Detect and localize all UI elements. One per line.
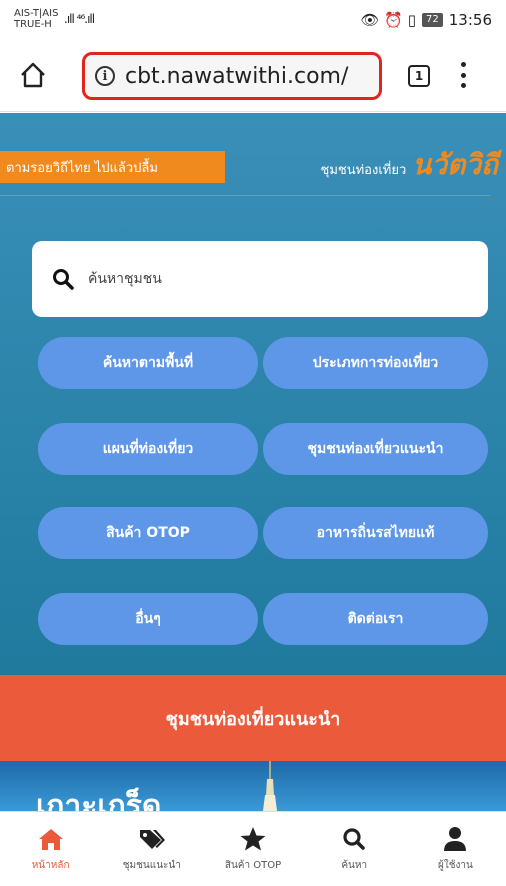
header-divider: [0, 195, 490, 196]
nav-label: สินค้า OTOP: [224, 860, 282, 871]
home-icon[interactable]: [18, 60, 48, 90]
info-icon[interactable]: i: [95, 66, 115, 86]
featured-title: เกาะเกร็ด: [36, 789, 162, 811]
home-icon: [38, 829, 63, 850]
nav-recommended[interactable]: ชุมชนแนะนำ: [101, 812, 202, 886]
tab-switcher-button[interactable]: 1: [408, 65, 430, 87]
search-icon: [53, 269, 74, 290]
battery-icon: 72: [422, 13, 443, 27]
carrier-info: AIS-T|AIS TRUE-H: [14, 8, 58, 30]
brand-logo[interactable]: ชุมชนท่องเที่ยว นวัตวิถี: [321, 143, 499, 187]
tourism-type-button[interactable]: ประเภทการท่องเที่ยว: [263, 337, 488, 389]
search-by-area-button[interactable]: ค้นหาตามพื้นที่: [38, 337, 258, 389]
tourist-map-button[interactable]: แผนที่ท่องเที่ยว: [38, 423, 258, 475]
nav-label: หน้าหลัก: [31, 860, 70, 871]
others-button[interactable]: อื่นๆ: [38, 593, 258, 645]
tags-icon: [139, 830, 165, 849]
brand-name: นวัตวิถี: [412, 148, 498, 181]
nav-user[interactable]: ผู้ใช้งาน: [405, 812, 506, 886]
nav-search[interactable]: ค้นหา: [304, 812, 405, 886]
contact-us-button[interactable]: ติดต่อเรา: [263, 593, 488, 645]
clock: 13:56: [448, 11, 492, 29]
url-bar[interactable]: i cbt.nawatwithi.com/: [82, 52, 382, 100]
recommended-community-button[interactable]: ชุมชนท่องเที่ยวแนะนำ: [263, 423, 488, 475]
status-right: 👁 ⏰ ▯ 72 13:56: [361, 11, 492, 29]
user-icon: [444, 827, 467, 851]
carrier-line-1: AIS-T|AIS: [14, 8, 59, 19]
section-heading: ชุมชนท่องเที่ยวแนะนำ: [0, 675, 506, 761]
nav-label: ชุมชนแนะนำ: [122, 860, 181, 871]
status-bar: AIS-T|AIS TRUE-H .ıll ⁴⁶.ıll 👁 ⏰ ▯ 72 13…: [0, 0, 506, 40]
nav-otop[interactable]: สินค้า OTOP: [202, 812, 303, 886]
browser-toolbar: i cbt.nawatwithi.com/ 1: [0, 40, 506, 112]
brand-subtitle: ชุมชนท่องเที่ยว: [320, 163, 407, 178]
pagoda-image: [263, 761, 277, 811]
star-icon: [240, 827, 266, 851]
signal-icon: .ıll ⁴⁶.ıll: [64, 12, 95, 26]
overflow-menu-icon[interactable]: [461, 62, 467, 88]
search-input[interactable]: ค้นหาชุมชน: [32, 241, 488, 317]
page-content: ตามรอยวิถีไทย ไปแล้วปลื้ม ชุมชนท่องเที่ย…: [0, 113, 506, 675]
search-icon: [343, 828, 366, 850]
nav-label: ค้นหา: [341, 860, 368, 871]
search-placeholder: ค้นหาชุมชน: [88, 271, 162, 287]
url-text[interactable]: cbt.nawatwithi.com/: [125, 64, 348, 89]
slogan-banner: ตามรอยวิถีไทย ไปแล้วปลื้ม: [0, 151, 225, 183]
status-icons: 👁 ⏰ ▯: [360, 11, 417, 29]
featured-community-card[interactable]: เกาะเกร็ด: [0, 761, 506, 811]
bottom-navigation: หน้าหลัก ชุมชนแนะนำ สินค้า OTOP ค้นหา ผู…: [0, 811, 506, 886]
otop-products-button[interactable]: สินค้า OTOP: [38, 507, 258, 559]
carrier-line-2: TRUE-H: [14, 19, 52, 30]
local-food-button[interactable]: อาหารถิ่นรสไทยแท้: [263, 507, 488, 559]
nav-label: ผู้ใช้งาน: [437, 860, 473, 871]
nav-home[interactable]: หน้าหลัก: [0, 812, 101, 886]
